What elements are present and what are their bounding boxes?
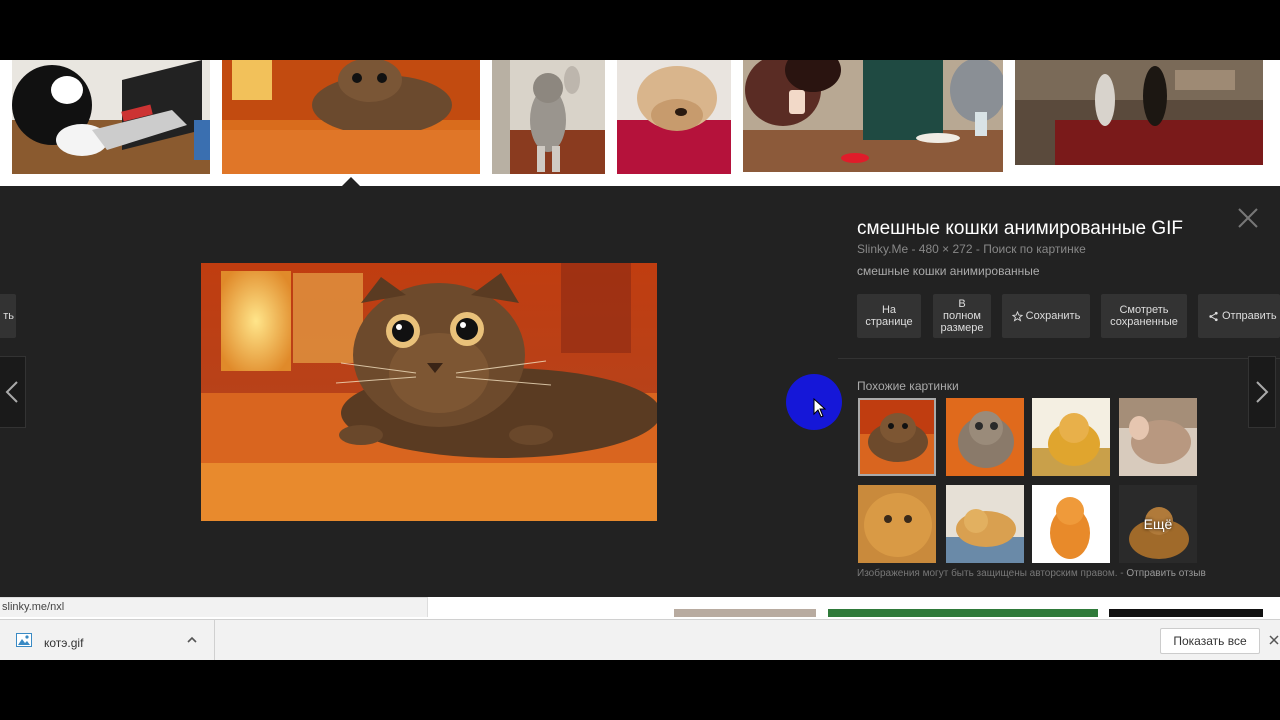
star-icon [1011,310,1023,322]
result-thumb-cat-laptop[interactable] [12,60,210,174]
meta-separator-2: - [972,242,984,256]
visit-page-line1: На [881,304,897,316]
result-peek-1[interactable] [674,609,816,617]
result-thumb-people-table[interactable] [743,60,1003,172]
similar-images-heading: Похожие картинки [857,379,959,393]
copyright-notice: Изображения могут быть защищены авторски… [857,568,1206,579]
image-description: смешные кошки анимированные [857,264,1040,278]
view-saved-line2: сохраненные [1110,316,1178,328]
share-label: Отправить [1222,310,1277,322]
info-divider [838,358,1280,359]
full-size-line1: В [958,298,966,310]
show-all-downloads-button[interactable]: Показать все [1160,628,1260,654]
result-peek-2[interactable] [828,609,1098,617]
save-label: Сохранить [1025,310,1081,322]
send-feedback-link[interactable]: Отправить отзыв [1126,568,1205,579]
letterbox-bottom [0,660,1280,720]
download-item[interactable]: котэ.gif [0,620,215,660]
similar-image-5[interactable] [858,485,936,563]
chevron-up-icon[interactable] [186,634,198,646]
status-bar-url: slinky.me/nxl [0,597,428,617]
similar-image-1[interactable] [858,398,936,476]
downloads-bar: котэ.gif Показать все [0,619,1280,660]
search-by-image-link[interactable]: Поиск по картинке [983,242,1086,256]
result-thumb-sharpei[interactable] [617,60,731,174]
image-results-strip [0,60,1280,186]
similar-image-2[interactable] [946,398,1024,476]
similar-image-7[interactable] [1032,485,1110,563]
view-saved-button[interactable]: Смотреть сохраненные [1101,294,1187,338]
next-image-button[interactable] [1248,356,1276,428]
view-saved-line1: Смотреть [1119,304,1169,316]
meta-separator: - [908,242,919,256]
image-dimensions: 480 × 272 [918,242,973,256]
full-size-line2: полном [942,310,981,322]
similar-image-4[interactable] [1119,398,1197,476]
copyright-text: Изображения могут быть защищены авторски… [857,568,1118,579]
result-peek-3[interactable] [1109,609,1263,617]
image-info-column: смешные кошки анимированные GIF Slinky.M… [838,206,1280,597]
source-link[interactable]: Slinky.Me [857,242,908,256]
left-partial-button[interactable]: ть [0,294,16,338]
chevron-right-icon [1256,381,1269,403]
save-button[interactable]: Сохранить [1002,294,1090,338]
visit-page-line2: странице [865,316,913,328]
visit-page-button[interactable]: На странице [857,294,921,338]
image-file-icon [16,633,32,647]
similar-image-more[interactable]: Ещё [1119,485,1197,563]
result-thumb-kitten-standing[interactable] [492,60,605,174]
main-preview-image[interactable] [201,263,657,521]
close-icon[interactable] [1236,206,1260,230]
active-thumb-caret [342,177,360,186]
image-meta: Slinky.Me - 480 × 272 - Поиск по картинк… [857,242,1086,256]
similar-image-6[interactable] [946,485,1024,563]
letterbox-top [0,0,1280,60]
previous-image-button[interactable] [0,356,26,428]
mouse-pointer-icon [813,398,827,418]
share-button[interactable]: Отправить [1198,294,1280,338]
full-size-line3: размере [940,322,984,334]
result-thumb-scottish-fold[interactable] [222,60,480,174]
chevron-left-icon [5,381,18,403]
view-full-size-button[interactable]: Вполном размере [933,294,991,338]
result-thumb-dance-hall[interactable] [1015,60,1263,165]
image-detail-panel: ть смешные кошки анимированные GIF Slink… [0,186,1280,597]
similar-image-3[interactable] [1032,398,1110,476]
image-title[interactable]: смешные кошки анимированные GIF [857,218,1183,240]
share-icon [1209,311,1218,321]
download-file-name: котэ.gif [44,636,84,650]
more-images-label: Ещё [1143,516,1173,532]
close-downloads-icon[interactable] [1268,633,1280,647]
